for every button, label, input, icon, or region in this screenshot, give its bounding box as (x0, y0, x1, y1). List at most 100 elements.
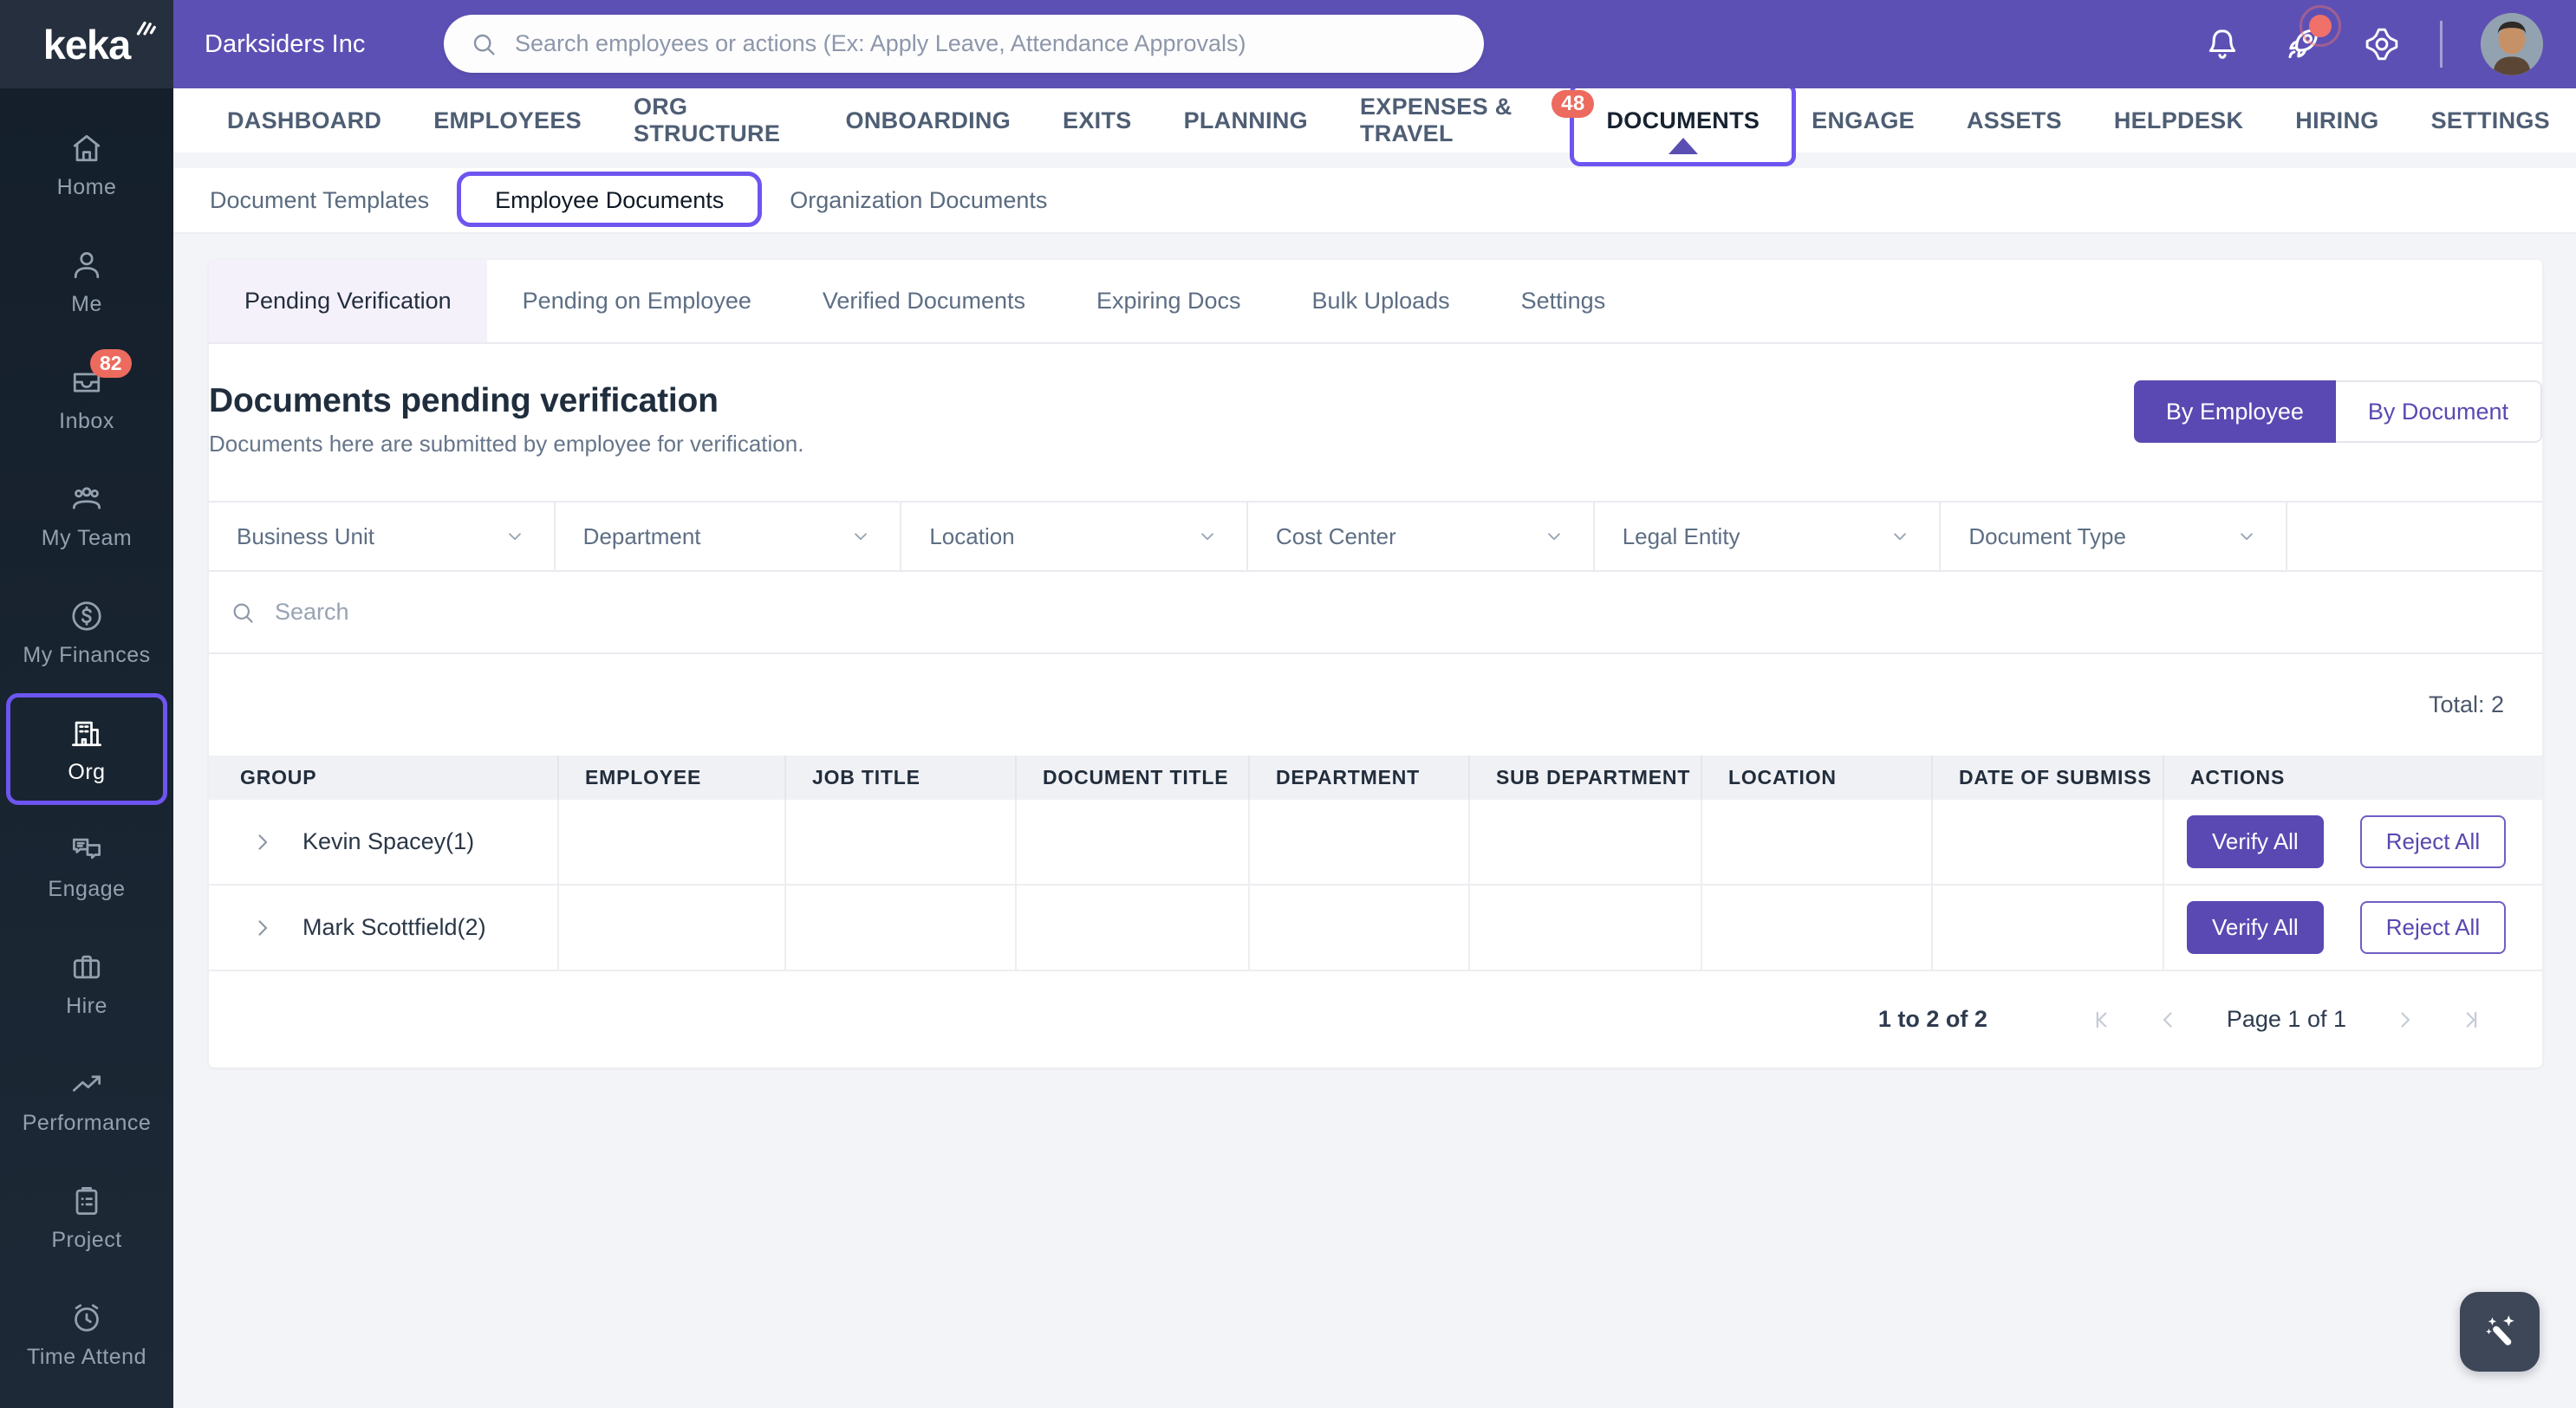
cell-sub-department (1470, 886, 1702, 970)
keka-logo[interactable]: keka (0, 0, 173, 88)
global-search[interactable] (444, 15, 1484, 73)
toggle-by-employee[interactable]: By Employee (2133, 380, 2336, 443)
gear-icon[interactable] (2362, 24, 2402, 64)
first-page-icon[interactable] (2091, 1007, 2117, 1033)
chevron-down-icon (1547, 533, 1560, 541)
subnav-organization-documents[interactable]: Organization Documents (757, 167, 1080, 233)
sidebar-item-inbox[interactable]: 82 Inbox (0, 340, 173, 457)
nav-employees[interactable]: EMPLOYEES (407, 88, 608, 152)
magic-wand-fab[interactable] (2460, 1292, 2540, 1372)
filter-location[interactable]: Location (901, 503, 1249, 570)
nav-engage[interactable]: ENGAGE (1786, 88, 1941, 152)
tab-bulk-uploads[interactable]: Bulk Uploads (1277, 260, 1486, 342)
expand-chevron-icon[interactable] (250, 916, 275, 940)
sidebar-item-performance[interactable]: Performance (0, 1041, 173, 1158)
prev-page-icon[interactable] (2156, 1007, 2182, 1033)
user-icon (68, 246, 106, 284)
trend-icon (68, 1065, 106, 1103)
page-body: Pending Verification Pending on Employee… (173, 234, 2576, 1067)
cell-employee (559, 800, 786, 884)
col-actions: ACTIONS (2190, 766, 2286, 788)
topbar-divider (2440, 21, 2443, 68)
chevron-down-icon (2241, 533, 2253, 541)
filter-legal-entity[interactable]: Legal Entity (1595, 503, 1942, 570)
company-name: Darksiders Inc (205, 29, 366, 58)
nav-exits[interactable]: EXITS (1037, 88, 1158, 152)
cell-job-title (786, 800, 1017, 884)
group-name[interactable]: Kevin Spacey(1) (302, 828, 474, 855)
sidebar-item-org[interactable]: Org (0, 691, 173, 808)
tab-pending-verification[interactable]: Pending Verification (209, 260, 487, 342)
tab-pending-on-employee[interactable]: Pending on Employee (487, 260, 787, 342)
cell-job-title (786, 886, 1017, 970)
table-search-input[interactable] (275, 599, 2521, 626)
col-employee: EMPLOYEE (559, 756, 786, 800)
pagination: 1 to 2 of 2 Page 1 of 1 (209, 971, 2542, 1067)
cell-date-of-submission (1933, 800, 2164, 884)
cell-document-title (1017, 800, 1250, 884)
documents-subnav: Document Templates Employee Documents Or… (173, 168, 2576, 234)
nav-hiring[interactable]: HIRING (2269, 88, 2404, 152)
verify-all-button[interactable]: Verify All (2187, 901, 2324, 954)
rocket-notification-dot (2300, 5, 2341, 47)
sidebar-item-hire[interactable]: Hire (0, 925, 173, 1041)
col-department: DEPARTMENT (1250, 756, 1470, 800)
magic-wand-icon (2486, 1315, 2514, 1346)
reject-all-button[interactable]: Reject All (2359, 815, 2507, 868)
last-page-icon[interactable] (2456, 1007, 2482, 1033)
subnav-employee-documents[interactable]: Employee Documents (457, 167, 763, 233)
sidebar-item-my-team[interactable]: My Team (0, 457, 173, 574)
reject-all-button[interactable]: Reject All (2359, 901, 2507, 954)
filter-cost-center[interactable]: Cost Center (1248, 503, 1595, 570)
main-content: DASHBOARD EMPLOYEES ORG STRUCTURE ONBOAR… (173, 82, 2576, 1408)
clipboard-icon (68, 1182, 106, 1220)
subnav-document-templates[interactable]: Document Templates (177, 167, 462, 233)
dollar-icon (68, 597, 106, 635)
tab-verified-documents[interactable]: Verified Documents (787, 260, 1061, 342)
team-icon (68, 480, 106, 518)
bell-icon[interactable] (2202, 24, 2242, 64)
chevron-down-icon (508, 533, 521, 541)
nav-dashboard[interactable]: DASHBOARD (201, 88, 407, 152)
alarm-clock-icon (68, 1299, 106, 1337)
nav-documents[interactable]: DOCUMENTS (1570, 82, 1797, 166)
home-icon (68, 129, 106, 167)
rocket-icon[interactable] (2280, 5, 2341, 66)
cell-location (1702, 800, 1933, 884)
nav-settings[interactable]: SETTINGS (2405, 88, 2576, 152)
sidebar-item-my-finances[interactable]: My Finances (0, 574, 173, 691)
user-avatar[interactable] (2481, 13, 2543, 75)
topbar-main: Darksiders Inc (173, 0, 2576, 88)
col-job-title: JOB TITLE (786, 756, 1017, 800)
verify-all-button[interactable]: Verify All (2187, 815, 2324, 868)
chevron-down-icon (1894, 533, 1907, 541)
filter-department[interactable]: Department (556, 503, 902, 570)
nav-assets[interactable]: ASSETS (1941, 88, 2088, 152)
global-search-input[interactable] (515, 30, 1458, 57)
filter-document-type[interactable]: Document Type (1941, 503, 2288, 570)
sidebar-item-me[interactable]: Me (0, 223, 173, 340)
toggle-by-document[interactable]: By Document (2335, 380, 2542, 443)
view-toggle: By Employee By Document (2133, 380, 2542, 443)
nav-onboarding[interactable]: ONBOARDING (820, 88, 1038, 152)
table-row: Kevin Spacey(1) Verify All Reject All (209, 800, 2542, 886)
col-document-title: DOCUMENT TITLE (1017, 756, 1250, 800)
tab-expiring-docs[interactable]: Expiring Docs (1061, 260, 1277, 342)
chat-icon (68, 831, 106, 869)
sidebar-item-home[interactable]: Home (0, 106, 173, 223)
nav-planning[interactable]: PLANNING (1158, 88, 1334, 152)
logo-spark-icon (136, 21, 156, 36)
col-location: LOCATION (1702, 756, 1933, 800)
nav-org-structure[interactable]: ORG STRUCTURE (608, 88, 820, 152)
nav-helpdesk[interactable]: HELPDESK (2088, 88, 2269, 152)
cell-location (1702, 886, 1933, 970)
group-name[interactable]: Mark Scottfield(2) (302, 914, 486, 941)
filter-business-unit[interactable]: Business Unit (209, 503, 556, 570)
sidebar-item-time-attend[interactable]: Time Attend (0, 1275, 173, 1392)
nav-expenses-travel[interactable]: EXPENSES & TRAVEL 48 (1334, 88, 1595, 152)
expand-chevron-icon[interactable] (250, 830, 275, 854)
next-page-icon[interactable] (2391, 1007, 2417, 1033)
sidebar-item-project[interactable]: Project (0, 1158, 173, 1275)
tab-settings[interactable]: Settings (1486, 260, 1642, 342)
sidebar-item-engage[interactable]: Engage (0, 808, 173, 925)
